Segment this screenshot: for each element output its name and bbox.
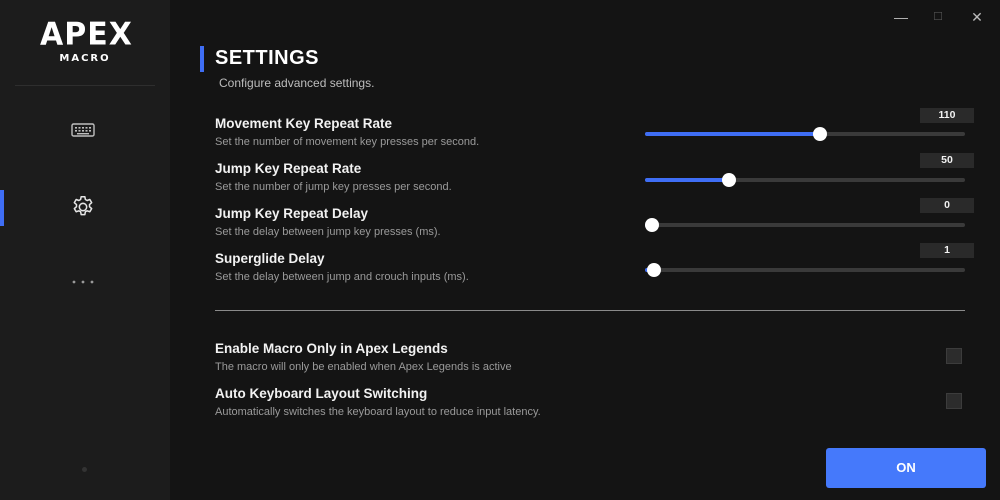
slider-thumb[interactable] — [813, 127, 828, 141]
more-horizontal-icon — [72, 280, 94, 284]
slider-track[interactable] — [645, 218, 965, 232]
sidebar-item-settings[interactable] — [0, 185, 170, 229]
slider-thumb[interactable] — [646, 263, 661, 277]
setting-description: Set the number of movement key presses p… — [215, 136, 480, 148]
minimize-button[interactable]: — — [890, 6, 912, 28]
app-logo: APEX MACRO — [40, 16, 133, 70]
sidebar: APEX MACRO — [0, 0, 170, 500]
setting-title: Enable Macro Only in Apex Legends — [215, 341, 448, 356]
sidebar-item-more[interactable] — [0, 260, 170, 304]
close-button[interactable]: ✕ — [966, 6, 988, 28]
setting-title: Movement Key Repeat Rate — [215, 116, 393, 131]
setting-description: Set the number of jump key presses per s… — [215, 181, 452, 193]
page-title: SETTINGS — [215, 47, 320, 69]
setting-title: Superglide Delay — [215, 251, 325, 266]
sidebar-item-keyboard[interactable] — [0, 108, 170, 152]
slider-thumb[interactable] — [721, 173, 736, 187]
value-field[interactable]: 110 — [920, 108, 974, 123]
setting-title: Jump Key Repeat Rate — [215, 161, 362, 176]
slider-track[interactable] — [645, 263, 965, 277]
gear-icon — [73, 195, 93, 216]
logo-text: APEX — [40, 16, 133, 53]
logo-subtext: MACRO — [59, 53, 111, 64]
maximize-button[interactable]: ☐ — [927, 6, 949, 28]
value-field[interactable]: 50 — [920, 153, 974, 168]
slider-track[interactable] — [645, 127, 965, 141]
setting-description: Set the delay between jump and crouch in… — [215, 271, 469, 283]
setting-title: Jump Key Repeat Delay — [215, 206, 369, 221]
slider-thumb[interactable] — [645, 218, 659, 232]
slider-fill — [645, 132, 821, 136]
section-divider — [215, 310, 965, 311]
status-dot — [82, 467, 87, 472]
setting-description: Set the delay between jump key presses (… — [215, 226, 441, 238]
slider-track[interactable] — [645, 173, 965, 187]
title-accent-bar — [200, 46, 204, 72]
value-field[interactable]: 1 — [920, 243, 974, 258]
setting-description: Automatically switches the keyboard layo… — [215, 406, 541, 418]
auto-keyboard-layout-checkbox[interactable] — [946, 393, 962, 409]
enable-only-in-apex-checkbox[interactable] — [946, 348, 962, 364]
sidebar-divider — [15, 85, 155, 86]
slider-fill — [645, 178, 729, 182]
setting-description: The macro will only be enabled when Apex… — [215, 361, 512, 373]
page-subtitle: Configure advanced settings. — [219, 76, 375, 90]
setting-title: Auto Keyboard Layout Switching — [215, 386, 428, 401]
keyboard-icon — [71, 123, 95, 137]
on-button[interactable]: ON — [826, 448, 986, 488]
value-field[interactable]: 0 — [920, 198, 974, 213]
